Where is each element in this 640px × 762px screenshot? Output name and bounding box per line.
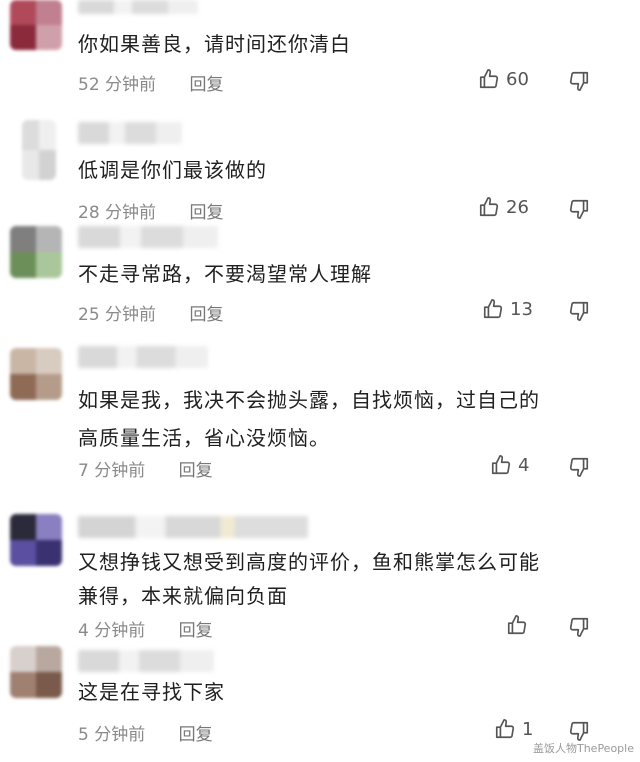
like-button[interactable]: 1: [494, 718, 533, 740]
comment-text-line: 如果是我，我决不会抛头露，自找烦恼，过自己的: [78, 388, 540, 412]
comment-time: 52 分钟前: [78, 75, 157, 95]
username[interactable]: [78, 650, 214, 672]
thumbs-up-icon: [490, 454, 512, 476]
like-button[interactable]: 4: [490, 454, 529, 476]
reply-button[interactable]: 回复: [179, 720, 213, 745]
dislike-button[interactable]: [568, 456, 590, 478]
thumbs-down-icon: [568, 70, 590, 92]
reply-button[interactable]: 回复: [179, 616, 213, 641]
dislike-button[interactable]: [568, 720, 590, 742]
like-button[interactable]: 26: [478, 196, 529, 218]
like-button[interactable]: 13: [482, 298, 533, 320]
like-count: 26: [506, 196, 529, 218]
username[interactable]: [78, 516, 308, 538]
comment-text: 如果是我，我决不会抛头露，自找烦恼，过自己的 高质量生活，省心没烦恼。: [78, 384, 600, 454]
dislike-button[interactable]: [568, 198, 590, 220]
reply-button[interactable]: 回复: [189, 198, 223, 223]
dislike-button[interactable]: [568, 616, 590, 638]
avatar[interactable]: [10, 226, 62, 278]
comment-time: 25 分钟前: [78, 305, 157, 325]
like-count: 13: [510, 298, 533, 320]
comment-text-line: 兼得，本来就偏向负面: [78, 584, 288, 608]
comment-meta: 7 分钟前 回复: [78, 456, 213, 481]
like-button[interactable]: [506, 614, 534, 636]
avatar[interactable]: [22, 120, 56, 180]
like-count: 60: [506, 68, 529, 90]
username[interactable]: [78, 346, 208, 368]
comment-text: 又想挣钱又想受到高度的评价，鱼和熊掌怎么可能 兼得，本来就偏向负面: [78, 546, 600, 612]
avatar[interactable]: [10, 514, 62, 566]
thumbs-down-icon: [568, 720, 590, 742]
avatar[interactable]: [10, 0, 62, 50]
username[interactable]: [78, 226, 218, 248]
comment-text-line: 高质量生活，省心没烦恼。: [78, 426, 330, 450]
thumbs-down-icon: [568, 616, 590, 638]
like-count: 4: [518, 454, 530, 476]
like-count: 1: [522, 718, 534, 740]
comment-text: 不走寻常路，不要渴望常人理解: [78, 262, 372, 286]
comment-meta: 52 分钟前 回复: [78, 70, 223, 95]
thumbs-down-icon: [568, 456, 590, 478]
comment-time: 5 分钟前: [78, 725, 146, 745]
reply-button[interactable]: 回复: [179, 456, 213, 481]
username[interactable]: [78, 0, 198, 14]
comment-text-line: 又想挣钱又想受到高度的评价，鱼和熊掌怎么可能: [78, 550, 540, 574]
thumbs-down-icon: [568, 198, 590, 220]
thumbs-up-icon: [494, 718, 516, 740]
comment-time: 28 分钟前: [78, 203, 157, 223]
comment-time: 4 分钟前: [78, 621, 146, 641]
reply-button[interactable]: 回复: [189, 70, 223, 95]
comment-text: 你如果善良，请时间还你清白: [78, 32, 351, 56]
comment-meta: 25 分钟前 回复: [78, 300, 223, 325]
thumbs-down-icon: [568, 300, 590, 322]
thumbs-up-icon: [478, 68, 500, 90]
dislike-button[interactable]: [568, 70, 590, 92]
comment-meta: 5 分钟前 回复: [78, 720, 213, 745]
comment-time: 7 分钟前: [78, 461, 146, 481]
dislike-button[interactable]: [568, 300, 590, 322]
username[interactable]: [78, 122, 182, 144]
comment-text: 低调是你们最该做的: [78, 158, 267, 182]
thumbs-up-icon: [506, 614, 528, 636]
comment-text: 这是在寻找下家: [78, 680, 225, 704]
thumbs-up-icon: [478, 196, 500, 218]
thumbs-up-icon: [482, 298, 504, 320]
avatar[interactable]: [10, 646, 62, 698]
like-button[interactable]: 60: [478, 68, 529, 90]
reply-button[interactable]: 回复: [189, 300, 223, 325]
avatar[interactable]: [10, 348, 62, 400]
watermark: 盖饭人物ThePeople: [532, 742, 634, 755]
comment-meta: 28 分钟前 回复: [78, 198, 223, 223]
comment-meta: 4 分钟前 回复: [78, 616, 213, 641]
